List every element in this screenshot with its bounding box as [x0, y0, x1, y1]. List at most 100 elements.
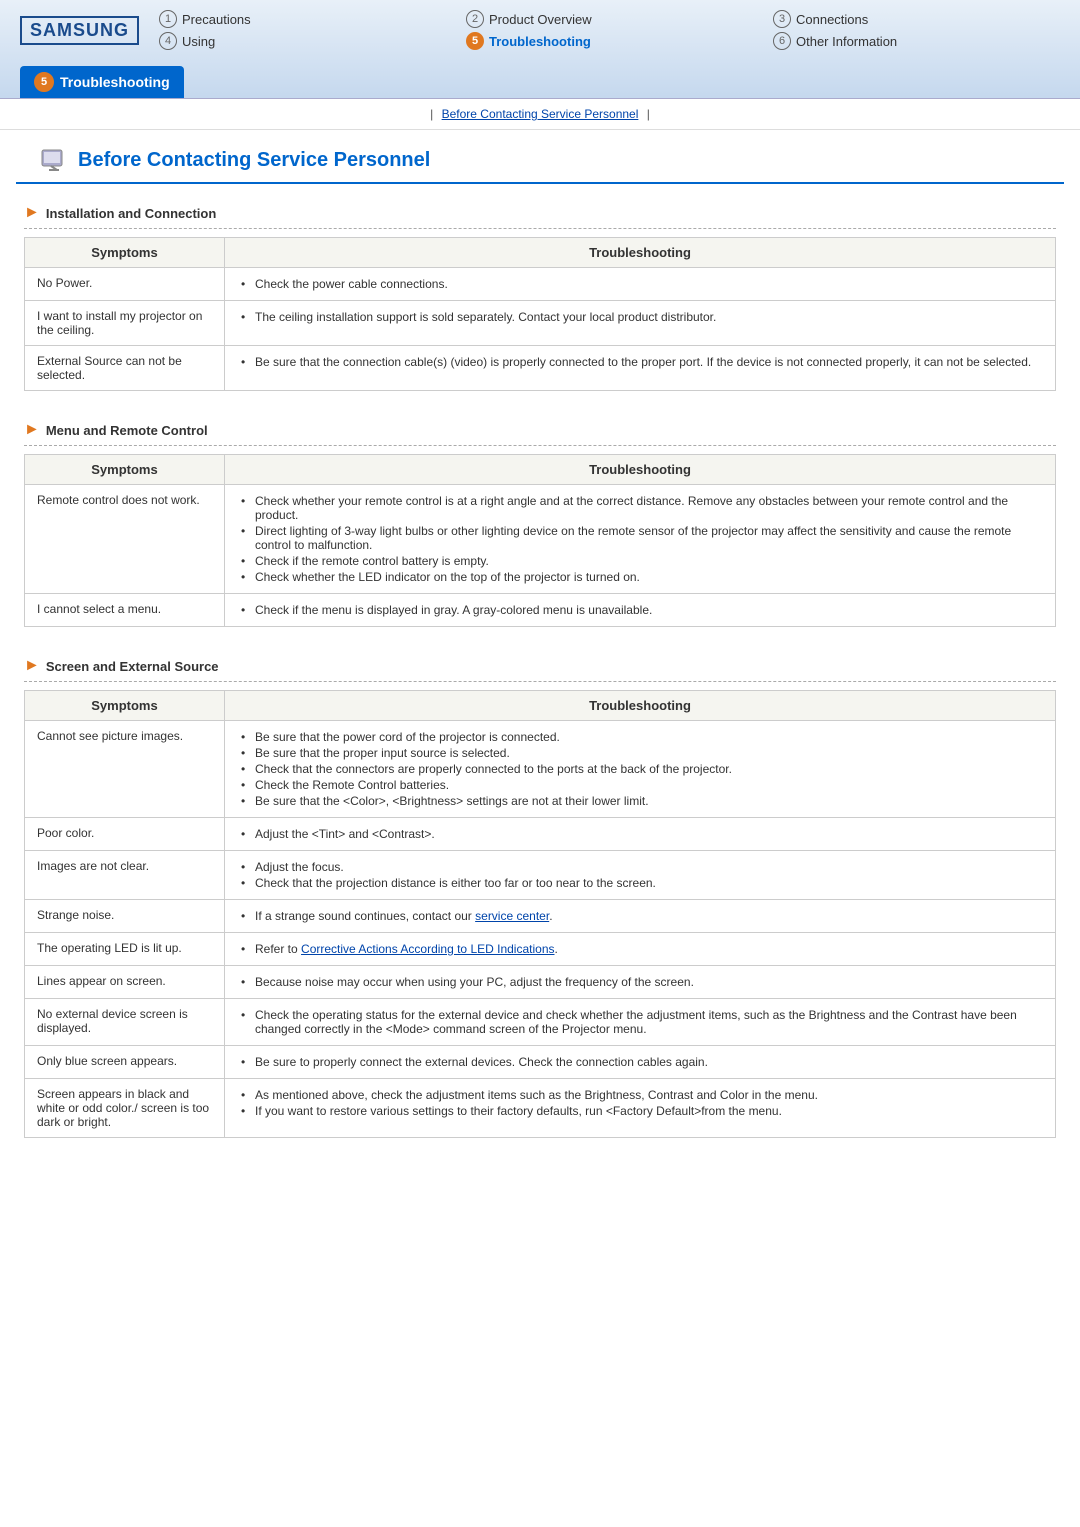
section-menu: ► Menu and Remote Control Symptoms Troub…: [24, 411, 1056, 627]
section-icon-screen: ►: [24, 657, 40, 675]
col-troubleshooting-screen: Troubleshooting: [225, 691, 1056, 721]
nav-item-product-overview[interactable]: 2 Product Overview: [466, 10, 753, 28]
tips-cell: Be sure that the connection cable(s) (vi…: [225, 346, 1056, 391]
tip-item: Adjust the focus.: [237, 859, 1043, 875]
sidebar-num: 5: [34, 72, 54, 92]
tips-cell: Be sure to properly connect the external…: [225, 1046, 1056, 1079]
nav-label-troubleshooting: Troubleshooting: [489, 34, 591, 49]
tip-item: Check whether your remote control is at …: [237, 493, 1043, 523]
table-row: Lines appear on screen. Because noise may…: [25, 966, 1056, 999]
section-title-menu: Menu and Remote Control: [46, 423, 208, 438]
tips-cell: Because noise may occur when using your …: [225, 966, 1056, 999]
section-title-screen: Screen and External Source: [46, 659, 219, 674]
nav-num-2: 2: [466, 10, 484, 28]
tips-cell: As mentioned above, check the adjustment…: [225, 1079, 1056, 1138]
table-row: Poor color.Adjust the <Tint> and <Contra…: [25, 818, 1056, 851]
col-troubleshooting-installation: Troubleshooting: [225, 238, 1056, 268]
tip-item: Be sure that the power cord of the proje…: [237, 729, 1043, 745]
nav-item-other-info[interactable]: 6 Other Information: [773, 32, 1060, 50]
table-row: Images are not clear.Adjust the focus.Ch…: [25, 851, 1056, 900]
table-row: No Power. Check the power cable connectio…: [25, 268, 1056, 301]
tip-item: Check the Remote Control batteries.: [237, 777, 1043, 793]
table-row: Only blue screen appears. Be sure to prop…: [25, 1046, 1056, 1079]
section-screen: ► Screen and External Source Symptoms Tr…: [24, 647, 1056, 1138]
table-row: External Source can not be selected. Be s…: [25, 346, 1056, 391]
symptom-cell: No Power.: [25, 268, 225, 301]
nav-item-troubleshooting[interactable]: 5 Troubleshooting: [466, 32, 753, 50]
section-header-menu: ► Menu and Remote Control: [24, 411, 1056, 446]
section-icon-installation: ►: [24, 204, 40, 222]
tip-item: The ceiling installation support is sold…: [237, 309, 1043, 325]
nav-grid: 1 Precautions 2 Product Overview 3 Conne…: [159, 10, 1060, 50]
tip-item: Check the operating status for the exter…: [237, 1007, 1043, 1037]
tip-item: Check that the projection distance is ei…: [237, 875, 1043, 891]
nav-item-connections[interactable]: 3 Connections: [773, 10, 1060, 28]
tip-item: Refer to Corrective Actions According to…: [237, 941, 1043, 957]
table-row: Cannot see picture images.Be sure that t…: [25, 721, 1056, 818]
nav-label-other-info: Other Information: [796, 34, 897, 49]
tip-item: Direct lighting of 3-way light bulbs or …: [237, 523, 1043, 553]
tip-item: Be sure that the connection cable(s) (vi…: [237, 354, 1043, 370]
sidebar-label: 5 Troubleshooting: [20, 66, 184, 98]
nav-num-3: 3: [773, 10, 791, 28]
table-screen: Symptoms Troubleshooting Cannot see pict…: [24, 690, 1056, 1138]
table-row: I cannot select a menu.Check if the menu…: [25, 594, 1056, 627]
tip-item: Be sure that the <Color>, <Brightness> s…: [237, 793, 1043, 809]
sidebar-label-text: Troubleshooting: [60, 74, 170, 90]
breadcrumb-link[interactable]: Before Contacting Service Personnel: [442, 107, 639, 121]
tip-link[interactable]: service center: [475, 909, 549, 923]
tips-cell: If a strange sound continues, contact ou…: [225, 900, 1056, 933]
tip-item: Check the power cable connections.: [237, 276, 1043, 292]
breadcrumb: | Before Contacting Service Personnel |: [0, 99, 1080, 130]
breadcrumb-separator-1: |: [430, 107, 433, 121]
tip-item: Check if the remote control battery is e…: [237, 553, 1043, 569]
page-title-section: Before Contacting Service Personnel: [16, 130, 1064, 184]
tips-cell: Be sure that the power cord of the proje…: [225, 721, 1056, 818]
tip-item: Check that the connectors are properly c…: [237, 761, 1043, 777]
nav-label-connections: Connections: [796, 12, 868, 27]
symptom-cell: Lines appear on screen.: [25, 966, 225, 999]
symptom-cell: Only blue screen appears.: [25, 1046, 225, 1079]
tip-item: As mentioned above, check the adjustment…: [237, 1087, 1043, 1103]
table-row: I want to install my projector on the ce…: [25, 301, 1056, 346]
symptom-cell: Images are not clear.: [25, 851, 225, 900]
header: SAMSUNG 1 Precautions 2 Product Overview…: [0, 0, 1080, 99]
nav-label-using: Using: [182, 34, 215, 49]
tips-cell: Adjust the <Tint> and <Contrast>.: [225, 818, 1056, 851]
content: ► Installation and Connection Symptoms T…: [0, 184, 1080, 1168]
tip-item: Because noise may occur when using your …: [237, 974, 1043, 990]
page-title-icon: [40, 146, 68, 174]
nav-item-using[interactable]: 4 Using: [159, 32, 446, 50]
symptom-cell: I cannot select a menu.: [25, 594, 225, 627]
tip-item: Check whether the LED indicator on the t…: [237, 569, 1043, 585]
symptom-cell: Remote control does not work.: [25, 485, 225, 594]
col-symptoms-screen: Symptoms: [25, 691, 225, 721]
tip-link[interactable]: Corrective Actions According to LED Indi…: [301, 942, 554, 956]
section-title-installation: Installation and Connection: [46, 206, 216, 221]
tip-item: If a strange sound continues, contact ou…: [237, 908, 1043, 924]
nav-num-5: 5: [466, 32, 484, 50]
table-row: The operating LED is lit up. Refer to Cor…: [25, 933, 1056, 966]
table-row: Screen appears in black and white or odd…: [25, 1079, 1056, 1138]
section-icon-menu: ►: [24, 421, 40, 439]
tip-item: Be sure to properly connect the external…: [237, 1054, 1043, 1070]
tip-item: If you want to restore various settings …: [237, 1103, 1043, 1119]
tips-cell: Check if the menu is displayed in gray. …: [225, 594, 1056, 627]
tips-cell: Adjust the focus.Check that the projecti…: [225, 851, 1056, 900]
header-top: SAMSUNG 1 Precautions 2 Product Overview…: [20, 10, 1060, 58]
nav-num-4: 4: [159, 32, 177, 50]
nav-item-precautions[interactable]: 1 Precautions: [159, 10, 446, 28]
nav-label-precautions: Precautions: [182, 12, 251, 27]
section-header-screen: ► Screen and External Source: [24, 647, 1056, 682]
col-symptoms-menu: Symptoms: [25, 455, 225, 485]
table-row: Remote control does not work. Check wheth…: [25, 485, 1056, 594]
section-installation: ► Installation and Connection Symptoms T…: [24, 194, 1056, 391]
symptom-cell: External Source can not be selected.: [25, 346, 225, 391]
col-troubleshooting-menu: Troubleshooting: [225, 455, 1056, 485]
symptom-cell: Poor color.: [25, 818, 225, 851]
table-row: No external device screen is displayed.C…: [25, 999, 1056, 1046]
section-header-installation: ► Installation and Connection: [24, 194, 1056, 229]
nav-label-product-overview: Product Overview: [489, 12, 592, 27]
nav-num-6: 6: [773, 32, 791, 50]
symptom-cell: The operating LED is lit up.: [25, 933, 225, 966]
